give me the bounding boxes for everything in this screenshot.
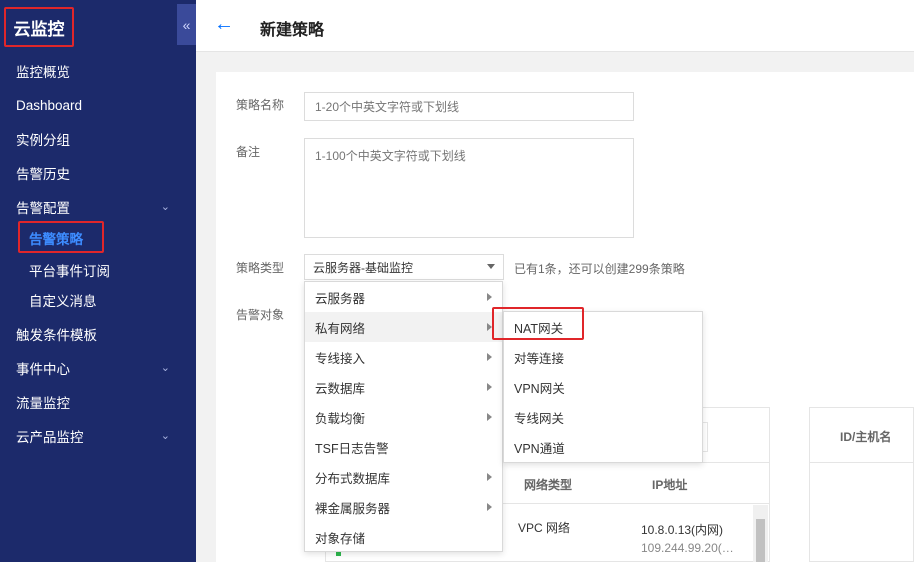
- policy-quota-hint: 已有1条，还可以创建299条策略: [514, 262, 685, 276]
- menu-item-object-storage[interactable]: 对象存储: [305, 522, 502, 552]
- policy-name-input[interactable]: [304, 92, 634, 121]
- menu-item-database[interactable]: 云数据库: [305, 372, 502, 402]
- sidebar-item-trigger-template[interactable]: 触发条件模板: [0, 319, 196, 349]
- chevron-down-icon: ⌄: [160, 362, 170, 374]
- policy-type-dropdown: 云服务器 私有网络 专线接入 云数据库 负载均衡 TSF日志告警 分布式数据库 …: [304, 281, 503, 552]
- menu-item-label: 负载均衡: [315, 411, 366, 426]
- chevron-right-icon: [487, 503, 492, 511]
- chevron-down-icon: [487, 264, 495, 269]
- menu-item-direct-connect[interactable]: 专线接入: [305, 342, 502, 372]
- menu-item-bare-metal[interactable]: 裸金属服务器: [305, 492, 502, 522]
- sidebar-item-cloud-product-monitor[interactable]: 云产品监控 ⌄: [0, 421, 196, 451]
- chevron-right-icon: [487, 353, 492, 361]
- divider: [809, 462, 914, 463]
- page-header: ← 新建策略: [196, 0, 914, 52]
- sidebar-item-label: 监控概览: [16, 65, 70, 80]
- submenu-item-dc-gateway[interactable]: 专线网关: [504, 402, 702, 432]
- sidebar-item-dashboard[interactable]: Dashboard: [0, 90, 196, 120]
- column-ip-address: IP地址: [652, 478, 688, 492]
- sidebar-item-label: 自定义消息: [29, 294, 97, 309]
- nat-gateway-highlight: [492, 307, 584, 340]
- sidebar-item-event-subscription[interactable]: 平台事件订阅: [0, 255, 196, 285]
- menu-item-label: 云数据库: [315, 381, 366, 396]
- sidebar-item-event-center[interactable]: 事件中心 ⌄: [0, 353, 196, 383]
- column-network-type: 网络类型: [524, 478, 573, 492]
- menu-item-cvm[interactable]: 云服务器: [305, 282, 502, 312]
- menu-item-label: 对象存储: [315, 531, 366, 546]
- sidebar-item-alarm-config[interactable]: 告警配置 ⌄: [0, 192, 196, 222]
- back-arrow-icon[interactable]: ←: [214, 13, 234, 36]
- menu-item-label: 裸金属服务器: [315, 501, 391, 516]
- remark-label: 备注: [236, 145, 261, 159]
- menu-item-load-balancer[interactable]: 负载均衡: [305, 402, 502, 432]
- menu-item-vpc[interactable]: 私有网络: [305, 312, 502, 342]
- sidebar-item-label: 事件中心: [16, 362, 70, 377]
- sidebar-item-label: 平台事件订阅: [29, 264, 110, 279]
- submenu-item-label: VPN通道: [514, 441, 565, 456]
- menu-item-label: 专线接入: [315, 351, 366, 366]
- sidebar-item-label: 触发条件模板: [16, 328, 97, 343]
- sidebar-item-overview[interactable]: 监控概览: [0, 56, 196, 86]
- chevron-down-icon: ⌄: [160, 201, 170, 213]
- policy-type-label: 策略类型: [236, 261, 285, 275]
- submenu-item-label: VPN网关: [514, 381, 565, 396]
- submenu-item-label: 对等连接: [514, 351, 565, 366]
- menu-item-label: 云服务器: [315, 291, 366, 306]
- scrollbar-thumb[interactable]: [756, 519, 765, 562]
- remark-input[interactable]: [304, 138, 634, 238]
- row-ip-inner: 10.8.0.13(内网): [641, 523, 724, 537]
- table-scrollbar[interactable]: [753, 505, 768, 562]
- chevron-right-icon: [487, 473, 492, 481]
- menu-item-tsf-log[interactable]: TSF日志告警: [305, 432, 502, 462]
- sidebar-item-instance-group[interactable]: 实例分组: [0, 124, 196, 154]
- menu-item-distributed-db[interactable]: 分布式数据库: [305, 462, 502, 492]
- sidebar-item-label: 告警策略: [29, 232, 83, 247]
- column-id-hostname: ID/主机名: [840, 430, 892, 444]
- chevron-right-icon: [487, 413, 492, 421]
- submenu-item-vpn-gateway[interactable]: VPN网关: [504, 372, 702, 402]
- policy-type-value: 云服务器-基础监控: [313, 260, 413, 275]
- brand-title[interactable]: 云监控: [4, 7, 74, 47]
- submenu-item-label: 专线网关: [514, 411, 565, 426]
- sidebar-item-alarm-policy[interactable]: 告警策略: [0, 223, 196, 253]
- submenu-item-vpn-tunnel[interactable]: VPN通道: [504, 432, 702, 462]
- alarm-target-label: 告警对象: [236, 308, 285, 322]
- chevron-down-icon: ⌄: [160, 430, 170, 442]
- menu-item-label: TSF日志告警: [315, 441, 389, 456]
- sidebar-item-alarm-history[interactable]: 告警历史: [0, 158, 196, 188]
- policy-name-label: 策略名称: [236, 98, 285, 112]
- collapse-sidebar-icon[interactable]: «: [177, 4, 196, 45]
- chevron-right-icon: [487, 383, 492, 391]
- chevron-right-icon: [487, 293, 492, 301]
- menu-item-label: 分布式数据库: [315, 471, 391, 486]
- sidebar-item-label: 实例分组: [16, 133, 70, 148]
- sidebar-item-label: 告警历史: [16, 167, 70, 182]
- sidebar: 云监控 « 监控概览 Dashboard 实例分组 告警历史 告警配置 ⌄ 告警策…: [0, 0, 196, 562]
- sidebar-item-label: 云产品监控: [16, 430, 84, 445]
- submenu-item-peering[interactable]: 对等连接: [504, 342, 702, 372]
- row-network-type: VPC 网络: [518, 521, 571, 535]
- sidebar-item-label: 流量监控: [16, 396, 70, 411]
- sidebar-item-label: Dashboard: [16, 97, 83, 113]
- policy-type-select[interactable]: 云服务器-基础监控: [304, 254, 504, 280]
- menu-item-label: 私有网络: [315, 321, 366, 336]
- page-title: 新建策略: [260, 22, 325, 39]
- row-ip-outer: 109.244.99.20(…: [641, 541, 734, 555]
- sidebar-item-custom-message[interactable]: 自定义消息: [0, 285, 196, 315]
- sidebar-item-label: 告警配置: [16, 201, 70, 216]
- sidebar-item-traffic-monitor[interactable]: 流量监控: [0, 387, 196, 417]
